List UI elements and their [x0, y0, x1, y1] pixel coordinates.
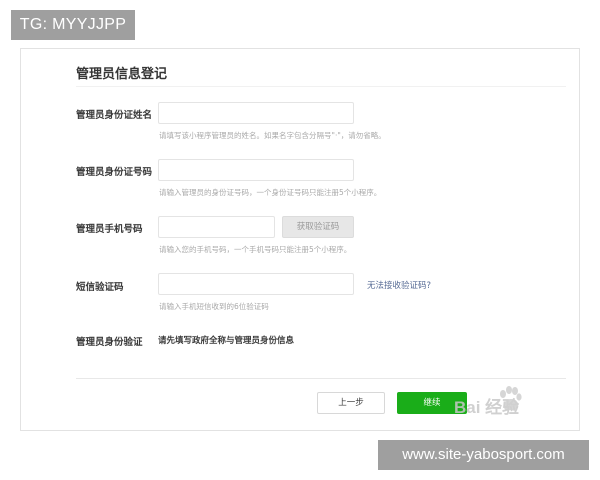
footer-divider: [76, 378, 566, 379]
name-label: 管理员身份证姓名: [76, 110, 153, 121]
name-hint: 请填写该小程序管理员的姓名。如果名字包含分隔号"·"，请勿省略。: [159, 131, 386, 140]
sms-code-hint: 请输入手机短信收到的6位验证码: [159, 302, 269, 311]
sms-code-label: 短信验证码: [76, 282, 124, 293]
bottom-tag: www.site-yabosport.com: [378, 440, 589, 470]
sms-code-field[interactable]: [158, 273, 354, 297]
verify-text: 请先填写政府全称与管理员身份信息: [158, 336, 295, 346]
id-number-label: 管理员身份证号码: [76, 167, 153, 178]
sms-code-input[interactable]: [159, 277, 353, 297]
get-code-button[interactable]: 获取验证码: [282, 216, 354, 238]
top-tag: TG: MYYJJPP: [11, 10, 135, 40]
baidu-watermark: Bai 经验: [452, 385, 570, 421]
phone-input[interactable]: [159, 220, 274, 240]
id-number-input[interactable]: [159, 163, 353, 183]
phone-field[interactable]: [158, 216, 275, 240]
phone-hint: 请输入您的手机号码，一个手机号码只能注册5个小程序。: [159, 245, 352, 254]
prev-step-button[interactable]: 上一步: [317, 392, 385, 414]
phone-label: 管理员手机号码: [76, 224, 143, 235]
name-input[interactable]: [159, 106, 353, 126]
form-title: 管理员信息登记: [76, 67, 168, 82]
verify-label: 管理员身份验证: [76, 337, 143, 348]
id-number-field[interactable]: [158, 159, 354, 183]
title-divider: [76, 86, 566, 87]
name-field[interactable]: [158, 102, 354, 126]
watermark-text: Bai 经验: [454, 398, 520, 417]
no-code-link[interactable]: 无法接收验证码?: [367, 279, 431, 291]
id-number-hint: 请输入管理员的身份证号码，一个身份证号码只能注册5个小程序。: [159, 188, 382, 197]
page: TG: MYYJJPP 管理员信息登记 管理员身份证姓名 请填写该小程序管理员的…: [0, 0, 600, 480]
